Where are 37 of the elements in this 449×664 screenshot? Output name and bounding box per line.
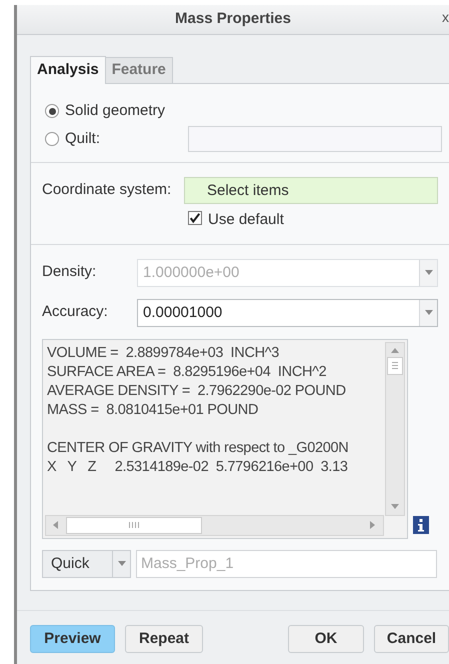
tab[interactable]: Feature [106,57,173,83]
dialog-button[interactable]: Cancel [374,625,449,653]
result-line: CENTER OF GRAVITY with respect to _G0200N [47,438,350,458]
result-line: SURFACE AREA = 8.8295196e+04 INCH^2 [47,362,328,382]
scroll-down-icon[interactable] [391,504,399,508]
result-line: MASS = 8.0810415e+01 POUND [47,400,260,420]
selection-field[interactable]: Select items [184,177,438,204]
radio-label[interactable]: Quilt: [65,128,100,150]
window-title: Mass Properties [175,9,291,30]
dialog-button[interactable]: OK [288,625,364,653]
checkbox[interactable] [188,211,202,225]
field-label: Density: [42,262,98,282]
mode-dropdown[interactable]: Quick [42,550,131,578]
radio-button[interactable] [45,132,59,146]
name-field[interactable]: Mass_Prop_1 [136,550,437,578]
info-icon[interactable] [413,516,429,534]
checkbox-label[interactable]: Use default [208,209,284,232]
result-line: AVERAGE DENSITY = 2.7962290e-02 POUND [47,382,347,400]
close-button[interactable]: x [442,10,449,24]
horizontal-scrollbar[interactable] [45,514,384,536]
dialog-button[interactable]: Repeat [125,625,203,653]
tab[interactable]: Analysis [30,56,106,84]
field-label: Coordinate system: [42,180,172,200]
radio-label[interactable]: Solid geometry [65,100,166,122]
field-label: Accuracy: [42,302,109,322]
result-line: VOLUME = 2.8899784e+03 INCH^3 [47,344,280,362]
dropdown-icon [419,300,437,326]
vertical-scrollbar[interactable] [385,342,405,516]
scroll-up-icon[interactable] [391,348,399,352]
combo-box[interactable]: 0.00001000 [137,298,438,326]
scroll-right-icon[interactable] [370,521,375,529]
scroll-left-icon[interactable] [53,521,58,529]
quilt-field[interactable] [188,126,442,152]
radio-button[interactable] [45,104,59,118]
preview-button[interactable]: Preview [30,625,115,653]
result-line: X Y Z 2.5314189e-02 5.7796216e+00 3.13 [47,458,349,476]
dropdown-icon [419,260,437,286]
